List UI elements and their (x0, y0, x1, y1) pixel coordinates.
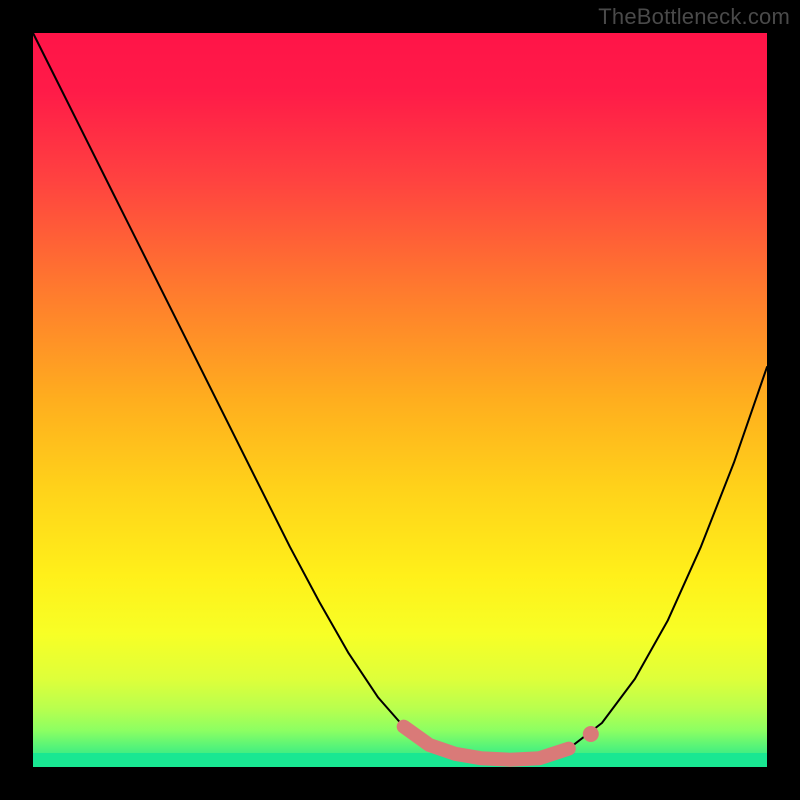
watermark-text: TheBottleneck.com (598, 4, 790, 30)
bottom-green-band (33, 753, 767, 767)
accent-end-dot (583, 726, 599, 742)
chart-stage: TheBottleneck.com (0, 0, 800, 800)
plot-gradient-area (33, 33, 767, 767)
bottleneck-plot (0, 0, 800, 800)
